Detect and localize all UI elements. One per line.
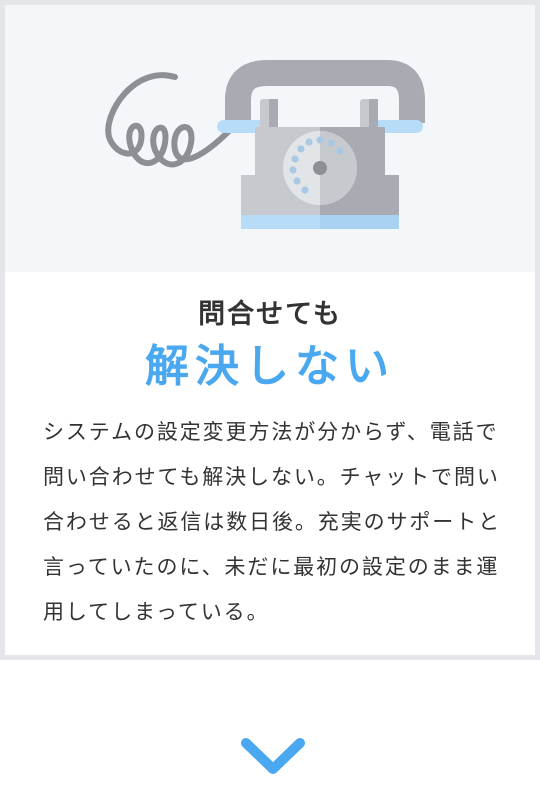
card-heading: 解決しない [145, 341, 395, 392]
telephone-icon [105, 60, 425, 229]
card-description: システムの設定変更方法が分からず、電話で問い合わせても解決しない。チャットで問い… [43, 420, 501, 624]
illustration-panel [5, 5, 535, 272]
chevron-down-icon[interactable] [240, 735, 306, 779]
card-subheading: 問合せても [198, 299, 342, 330]
problem-card: 問合せても 解決しない システムの設定変更方法が分からず、電話で問い合わせても解… [0, 0, 540, 660]
problem-card-body: 問合せても 解決しない システムの設定変更方法が分からず、電話で問い合わせても解… [5, 5, 535, 655]
